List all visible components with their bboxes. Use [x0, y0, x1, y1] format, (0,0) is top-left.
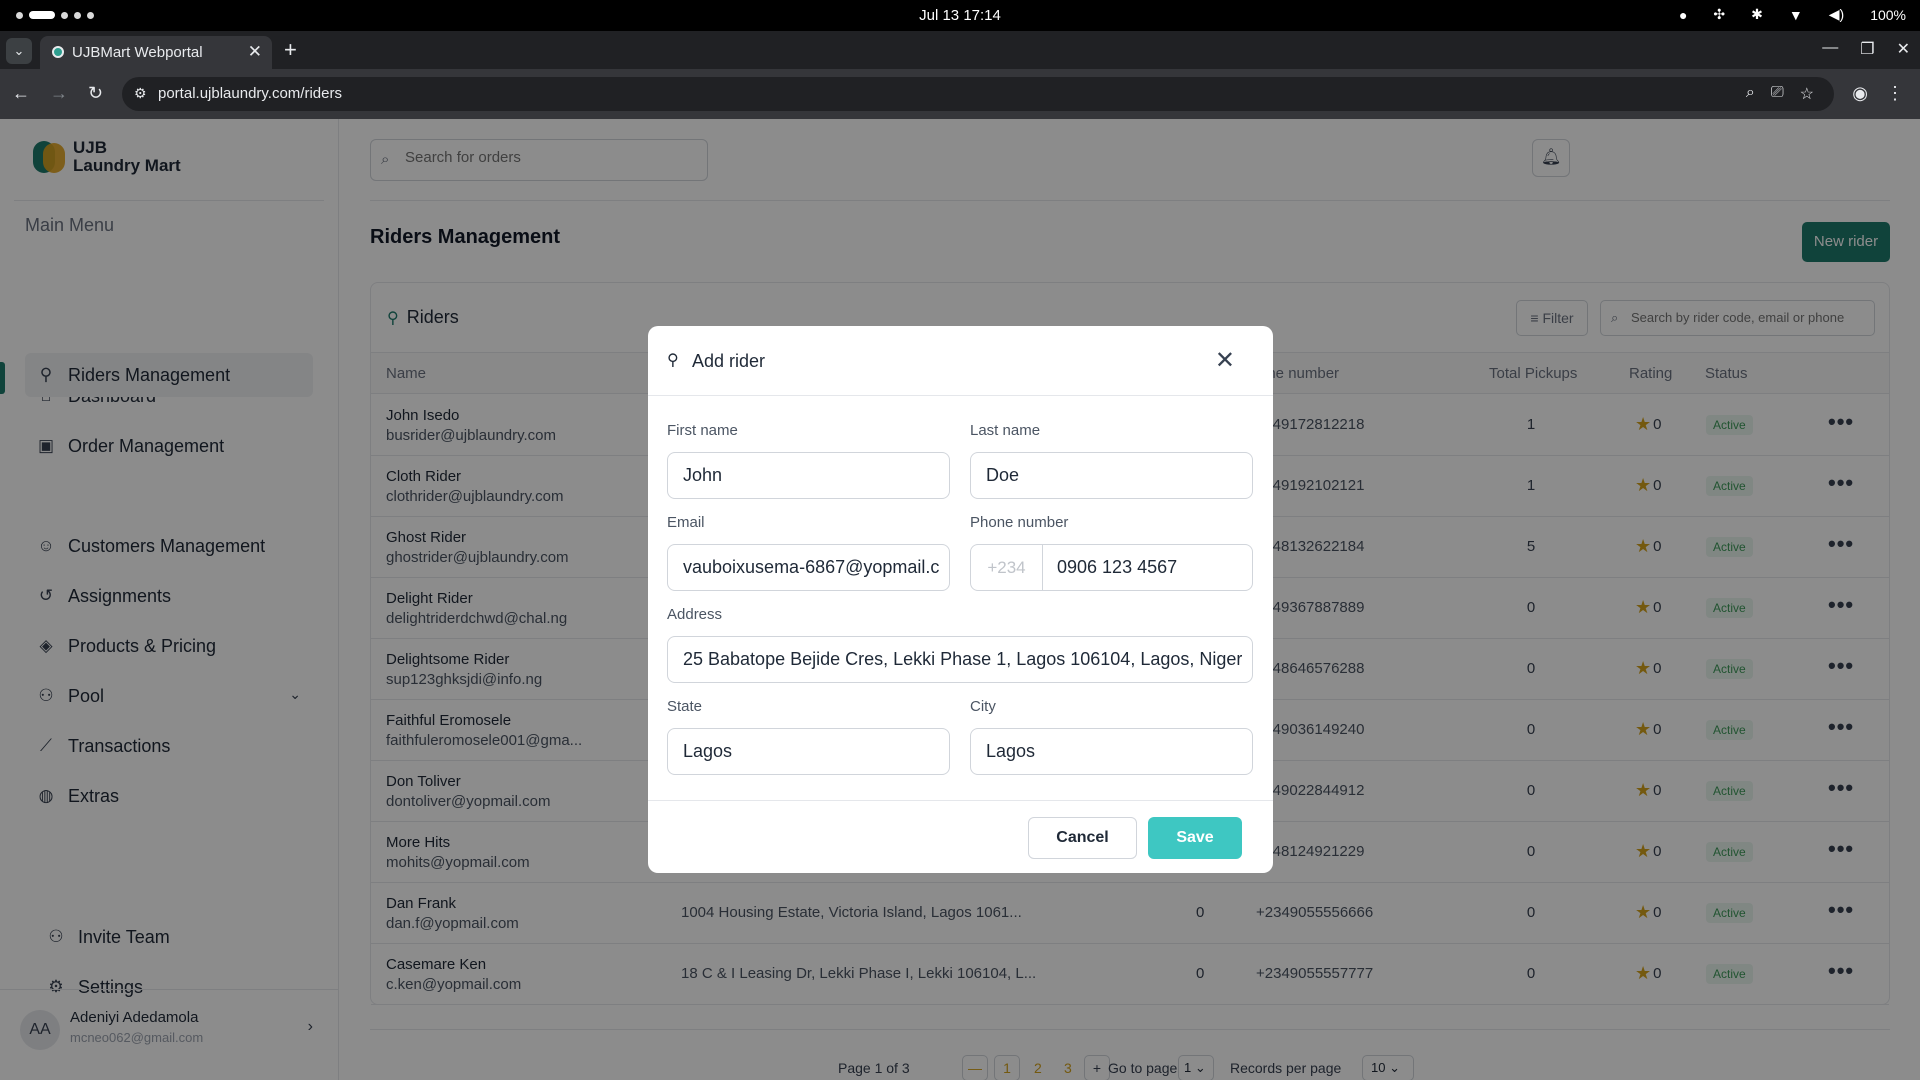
app-indicator-icon[interactable]: ● [1679, 7, 1687, 23]
phone-field[interactable]: +234 [970, 544, 1253, 591]
email-field[interactable] [667, 544, 950, 591]
system-tray[interactable]: ● ✣ ✱ ▼ ◀) 100% [1679, 6, 1906, 23]
url-text[interactable]: portal.ujblaundry.com/riders [158, 85, 342, 102]
phone-input[interactable] [1057, 557, 1242, 578]
cancel-button[interactable]: Cancel [1028, 817, 1137, 859]
state-field[interactable] [667, 728, 950, 775]
phone-prefix: +234 [971, 545, 1043, 590]
bookmark-star-icon[interactable]: ☆ [1800, 84, 1814, 104]
battery-status[interactable]: 100% [1870, 7, 1906, 23]
phone-label: Phone number [970, 514, 1069, 531]
email-input[interactable] [683, 557, 939, 578]
last-name-label: Last name [970, 422, 1041, 439]
profile-icon[interactable]: ◉ [1852, 83, 1868, 104]
slack-icon[interactable]: ✱ [1751, 6, 1763, 23]
zoom-icon[interactable]: ⌕ [1746, 84, 1755, 104]
city-input[interactable] [986, 741, 1242, 762]
browser-toolbar: ← → ↻ ⚙ portal.ujblaundry.com/riders ⌕ ⎚… [0, 69, 1920, 119]
browser-tab-bar: ⌄ UJBMart Webportal ✕ + — ❐ ✕ [0, 31, 1920, 69]
reload-icon[interactable]: ↻ [88, 83, 103, 104]
first-name-field[interactable] [667, 452, 950, 499]
first-name-input[interactable] [683, 465, 939, 486]
close-icon[interactable]: ✕ [1215, 346, 1235, 375]
last-name-input[interactable] [986, 465, 1242, 486]
tab-title: UJBMart Webportal [72, 44, 203, 61]
modal-footer-divider [648, 800, 1273, 801]
state-input[interactable] [683, 741, 939, 762]
last-name-field[interactable] [970, 452, 1253, 499]
new-tab-button[interactable]: + [284, 37, 297, 63]
cast-icon[interactable]: ⎚ [1771, 84, 1784, 104]
address-label: Address [667, 606, 723, 623]
restore-icon[interactable]: ❐ [1860, 39, 1874, 59]
os-clock: Jul 13 17:14 [919, 7, 1001, 24]
window-controls: — ❐ ✕ [1822, 39, 1910, 59]
extension-icon[interactable]: ✣ [1713, 6, 1725, 23]
modal-title: Add rider [692, 351, 766, 371]
bike-icon: ⚲ [667, 352, 679, 369]
nav-buttons: ← → ↻ [12, 83, 103, 104]
close-tab-icon[interactable]: ✕ [248, 42, 262, 62]
address-field[interactable] [667, 636, 1253, 683]
state-label: State [667, 698, 703, 715]
add-rider-modal: ⚲ Add rider ✕ First name Last name Email… [648, 326, 1273, 873]
address-bar[interactable]: ⚙ portal.ujblaundry.com/riders ⌕ ⎚ ☆ [122, 77, 1834, 111]
browser-tab[interactable]: UJBMart Webportal ✕ [40, 36, 272, 69]
omnibox-actions: ⌕ ⎚ ☆ [1746, 84, 1814, 104]
os-top-bar: Jul 13 17:14 ● ✣ ✱ ▼ ◀) 100% [0, 0, 1920, 31]
wifi-icon[interactable]: ▼ [1789, 7, 1803, 23]
volume-icon[interactable]: ◀) [1829, 6, 1844, 23]
address-input[interactable] [683, 649, 1242, 670]
tab-search-button[interactable]: ⌄ [6, 38, 32, 64]
site-info-icon[interactable]: ⚙ [134, 85, 147, 102]
email-label: Email [667, 514, 705, 531]
minimize-icon[interactable]: — [1822, 39, 1838, 59]
browser-menu-icon[interactable]: ⋮ [1886, 83, 1904, 104]
first-name-label: First name [667, 422, 738, 439]
save-button[interactable]: Save [1148, 817, 1242, 859]
back-icon[interactable]: ← [12, 83, 30, 104]
city-label: City [970, 698, 996, 715]
forward-icon[interactable]: → [50, 83, 68, 104]
city-field[interactable] [970, 728, 1253, 775]
close-window-icon[interactable]: ✕ [1897, 39, 1910, 59]
favicon-icon [52, 46, 64, 58]
modal-header: ⚲ Add rider ✕ [648, 326, 1273, 396]
